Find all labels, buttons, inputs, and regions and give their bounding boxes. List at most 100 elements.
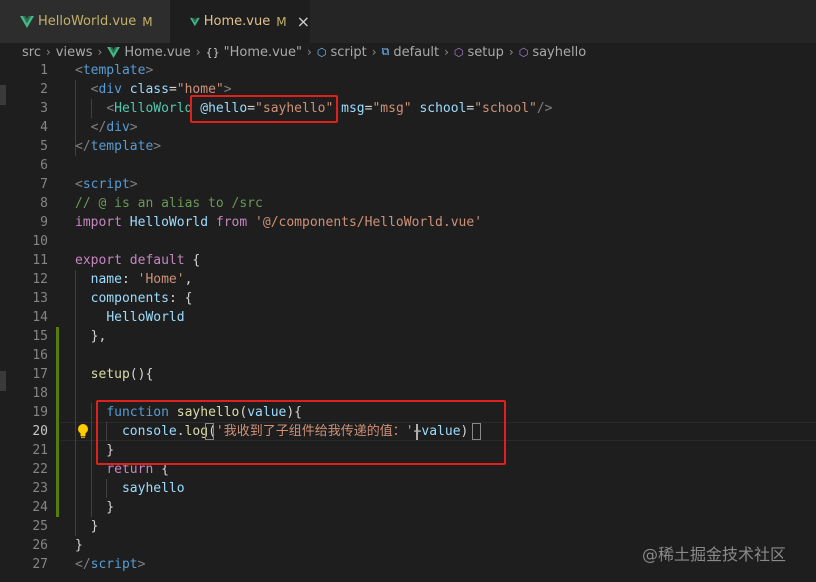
code-line[interactable]: 5 </template>	[0, 137, 816, 156]
code-token: from	[215, 215, 248, 230]
breadcrumb-item-src[interactable]: src	[22, 45, 41, 60]
breadcrumb-label: sayhello	[532, 44, 587, 60]
code-token: export	[75, 253, 122, 268]
breadcrumb-item-setup[interactable]: ⬡ setup	[454, 45, 504, 60]
code-line[interactable]: 25 }	[0, 517, 816, 536]
tab-bar: HelloWorld.vue M Home.vue M ×	[0, 0, 816, 43]
line-number: 10	[32, 234, 48, 249]
code-token: div	[106, 120, 130, 135]
code-token: HelloWorld	[106, 310, 185, 325]
code-token: </	[75, 557, 91, 572]
code-text: }	[75, 498, 114, 517]
code-line[interactable]: 12 name: 'Home',	[0, 270, 816, 289]
line-number: 18	[32, 386, 48, 401]
cube-icon: ⬡	[453, 45, 464, 59]
code-line[interactable]: 6	[0, 156, 816, 175]
breadcrumb-item-home-vue[interactable]: Home.vue	[107, 44, 191, 60]
code-text: </div>	[75, 118, 138, 137]
code-line[interactable]: 15 },	[0, 327, 816, 346]
chevron-right-icon: ›	[97, 45, 103, 59]
code-token: />	[536, 101, 553, 116]
line-number: 24	[32, 500, 48, 515]
code-token: >	[129, 120, 138, 135]
code-line[interactable]: 3 <HelloWorld @hello="sayhello" msg="msg…	[0, 99, 816, 118]
line-number: 9	[40, 215, 48, 230]
tab-helloworld-vue[interactable]: HelloWorld.vue M	[0, 0, 170, 43]
close-icon[interactable]: ×	[297, 13, 310, 30]
code-line[interactable]: 24 }	[0, 498, 816, 517]
highlight-box-event	[190, 95, 338, 123]
code-token: name	[90, 272, 122, 287]
tab-label: HelloWorld.vue	[38, 14, 137, 29]
code-token: <	[106, 101, 115, 116]
line-number: 20	[32, 424, 48, 439]
code-token: </	[90, 120, 107, 135]
code-token: import	[75, 215, 122, 230]
code-text: <script>	[75, 175, 138, 194]
code-line[interactable]: 8 // @ is an alias to /src	[0, 194, 816, 213]
code-token: ,	[184, 272, 193, 287]
line-number: 17	[32, 367, 48, 382]
code-token: <	[75, 177, 83, 192]
code-line[interactable]: 13 components: {	[0, 289, 816, 308]
chevron-right-icon: ›	[371, 45, 377, 59]
line-number: 11	[32, 253, 48, 268]
code-token: template	[82, 63, 146, 78]
breadcrumb-item-home-string[interactable]: {} "Home.vue"	[206, 45, 302, 60]
code-token: msg	[341, 101, 365, 116]
watermark: @稀土掘金技术社区	[642, 545, 787, 564]
breadcrumb-item-views[interactable]: views	[56, 45, 93, 60]
breadcrumb-label: Home.vue	[124, 44, 191, 60]
code-line[interactable]: 4 </div>	[0, 118, 816, 137]
code-token: HelloWorld	[129, 215, 209, 230]
line-number: 7	[40, 177, 48, 192]
code-token: : {	[168, 291, 193, 306]
lightbulb-icon[interactable]	[76, 423, 90, 439]
code-text: </script>	[75, 555, 145, 574]
braces-icon: {}	[205, 45, 220, 59]
code-line[interactable]: 2 <div class="home">	[0, 80, 816, 99]
code-token: "msg"	[372, 101, 412, 116]
breadcrumb-label: setup	[467, 44, 504, 60]
vue-icon	[20, 15, 34, 28]
breadcrumb-label: views	[55, 44, 93, 60]
code-line[interactable]: 1 <template>	[0, 61, 816, 80]
line-number: 8	[40, 196, 48, 211]
code-line[interactable]: 23 sayhello	[0, 479, 816, 498]
breadcrumb-item-sayhello[interactable]: ⬡ sayhello	[519, 45, 586, 60]
breadcrumb-item-default[interactable]: ⧉ default	[382, 45, 440, 60]
code-token: =	[168, 82, 177, 97]
code-token: <	[75, 63, 83, 78]
code-text: name: 'Home',	[75, 270, 193, 289]
line-number: 13	[32, 291, 48, 306]
breadcrumb-label: src	[22, 44, 41, 60]
code-token: '@/components/HelloWorld.vue'	[255, 215, 483, 230]
code-line[interactable]: 9 import HelloWorld from '@/components/He…	[0, 213, 816, 232]
chevron-right-icon: ›	[508, 45, 514, 59]
code-line[interactable]: 7 <script>	[0, 175, 816, 194]
chevron-right-icon: ›	[444, 45, 449, 59]
modified-badge: M	[276, 14, 287, 29]
code-line[interactable]: 10	[0, 232, 816, 251]
code-token: sayhello	[121, 481, 185, 496]
code-token: }	[75, 519, 99, 534]
tab-home-vue[interactable]: Home.vue M ×	[170, 0, 310, 43]
line-number: 12	[32, 272, 48, 287]
code-line[interactable]: 14 HelloWorld	[0, 308, 816, 327]
code-line[interactable]: 17 setup(){	[0, 365, 816, 384]
module-icon: ⧉	[381, 45, 390, 58]
code-line[interactable]: 16	[0, 346, 816, 365]
code-token: setup	[90, 367, 130, 382]
code-editor[interactable]: 1 <template> 2 <div class="home"> 3 <HelloW…	[0, 61, 816, 582]
line-number: 19	[32, 405, 48, 420]
breadcrumb-item-script[interactable]: ⬡ script	[317, 45, 367, 60]
code-token: "school"	[474, 101, 537, 116]
code-line[interactable]: 11 export default {	[0, 251, 816, 270]
code-token: class	[129, 82, 169, 97]
code-text: <template>	[75, 61, 153, 80]
